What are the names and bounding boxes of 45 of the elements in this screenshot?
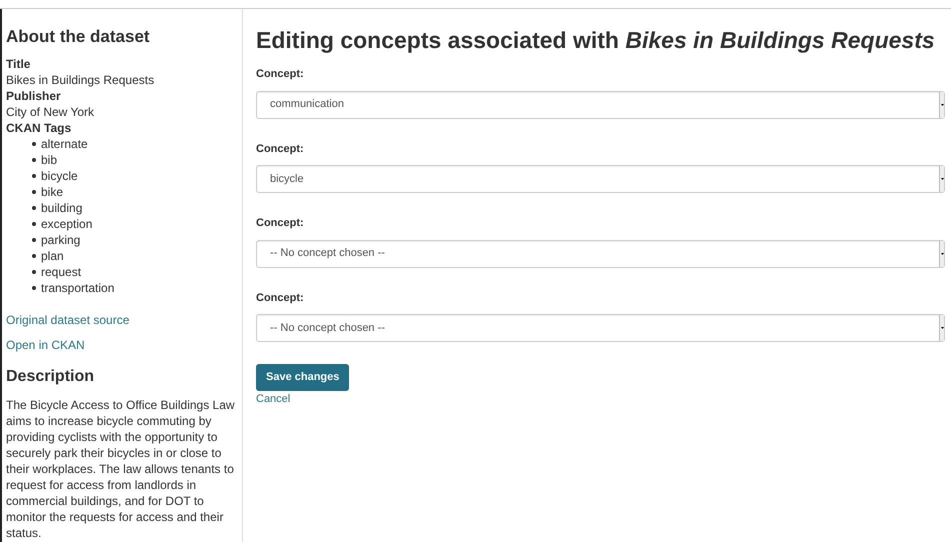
concept-select[interactable]: communication <box>256 90 945 118</box>
tag-item: exception <box>41 216 92 232</box>
bullet-icon <box>32 238 36 242</box>
tag-item: alternate <box>41 136 88 152</box>
field-label: Publisher <box>6 88 62 104</box>
dropdown-caret-icon <box>939 315 944 341</box>
tag-item: transportation <box>41 280 114 296</box>
dataset-link[interactable]: Original dataset source <box>6 312 130 328</box>
concept-select[interactable]: -- No concept chosen -- <box>256 314 945 342</box>
tag-item: bib <box>41 152 58 168</box>
concept-select[interactable]: bicycle <box>256 165 945 193</box>
dropdown-caret-icon <box>939 92 944 118</box>
concept-label: Concept: <box>256 142 305 156</box>
dropdown-caret-icon <box>939 166 944 192</box>
cancel-link[interactable]: Cancel <box>256 391 290 408</box>
bullet-icon <box>32 206 36 210</box>
tag-item: building <box>41 200 82 216</box>
page-heading: Editing concepts associated with Bikes in Buildings Requests <box>256 26 936 54</box>
sidebar-title: About the dataset <box>6 27 151 47</box>
tag-item: bicycle <box>41 168 78 184</box>
save-button[interactable]: Save changes <box>256 364 350 391</box>
concept-label: Concept: <box>256 67 305 82</box>
description-text: The Bicycle Access to Office Buildings Law aims to increase bicycle commuting by providing cyclists with the opportunity to securely park their bicycles in or close to their workplaces. The law allows tenants to request for access from landlords in commercial buildings, and for DOT to monitor the requests for access and their status. <box>6 397 236 541</box>
concept-select[interactable]: -- No concept chosen -- <box>256 240 945 268</box>
tags-label: CKAN Tags <box>6 120 72 136</box>
tag-item: request <box>41 264 82 280</box>
bullet-icon <box>32 142 36 146</box>
bullet-icon <box>32 190 36 194</box>
concept-label: Concept: <box>256 290 305 306</box>
bullet-icon <box>32 270 36 274</box>
description-title: Description <box>6 367 96 387</box>
bullet-icon <box>32 286 36 290</box>
field-label: Title <box>6 56 32 72</box>
tag-item: parking <box>41 232 80 248</box>
bullet-icon <box>32 222 36 226</box>
bullet-icon <box>32 174 36 178</box>
concept-label: Concept: <box>256 216 305 231</box>
field-value: Bikes in Buildings Requests <box>6 72 156 88</box>
dataset-link[interactable]: Open in CKAN <box>6 337 85 353</box>
field-value: City of New York <box>6 104 96 120</box>
dropdown-caret-icon <box>939 240 944 266</box>
bullet-icon <box>32 158 36 162</box>
tag-item: bike <box>41 184 64 200</box>
bullet-icon <box>32 254 36 258</box>
tag-item: plan <box>41 248 64 264</box>
